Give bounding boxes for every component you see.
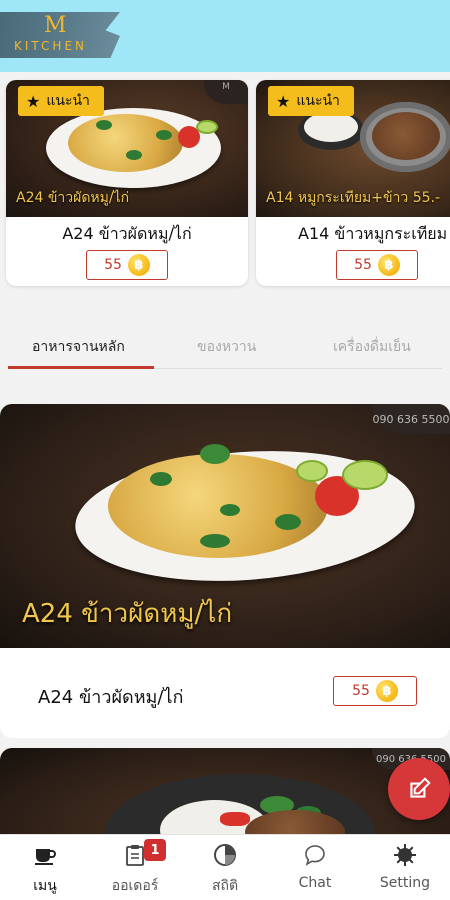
recommended-carousel[interactable]: M ★ แนะนำ A24 ข้าวผัดหมู/ไก่ A24 ข้าวผัด… (0, 72, 450, 294)
bottom-navigation: เมนู 1 ออเดอร์ สถิติ Chat Setting (0, 834, 450, 900)
m-kitchen-logo: M KITCHEN (0, 12, 120, 58)
image-caption: A24 ข้าวผัดหมู/ไก่ (16, 190, 130, 206)
order-count-badge: 1 (144, 839, 166, 861)
watermark-logo: M (204, 80, 248, 104)
logo-text: KITCHEN (14, 39, 87, 53)
baht-coin-icon: ฿ (127, 254, 150, 276)
logo-letter: M (44, 13, 67, 38)
badge-label: แนะนำ (46, 93, 90, 109)
price-value: 55 (354, 257, 372, 273)
price-tag: 55 ฿ (333, 676, 417, 706)
nav-label: Setting (379, 875, 431, 891)
nav-label: เมนู (33, 878, 57, 894)
nav-item-stats[interactable]: สถิติ (180, 835, 270, 900)
active-tab-indicator (8, 366, 154, 369)
gear-icon (394, 844, 416, 866)
recommended-card[interactable]: ★ แนะนำ A14 หมูกระเทียม+ข้าว 55.- A14 ข้… (256, 80, 450, 286)
recommended-card[interactable]: M ★ แนะนำ A24 ข้าวผัดหมู/ไก่ A24 ข้าวผัด… (6, 80, 248, 286)
price-value: 55 (352, 683, 370, 699)
nav-label: สถิติ (211, 878, 239, 894)
chat-bubble-icon (305, 845, 325, 866)
tab-cold-drinks[interactable]: เครื่องดื่มเย็น (333, 336, 411, 358)
baht-coin-icon: ฿ (375, 680, 398, 702)
star-icon: ★ (276, 91, 291, 111)
baht-coin-icon: ฿ (377, 254, 400, 276)
menu-item-card[interactable]: 090 636 5500 (0, 748, 450, 848)
item-name: A14 ข้าวหมูกระเทียม (298, 224, 448, 243)
nav-label: Chat (298, 875, 332, 891)
pie-chart-icon (214, 844, 236, 866)
item-name: A24 ข้าวผัดหมู/ไก่ (62, 224, 192, 243)
tab-desserts[interactable]: ของหวาน (197, 336, 256, 358)
star-icon: ★ (26, 91, 41, 111)
cup-icon (35, 849, 56, 865)
phone-watermark: 090 636 5500 (372, 404, 450, 434)
image-caption: A14 หมูกระเทียม+ข้าว 55.- (266, 190, 441, 206)
food-image: M ★ แนะนำ A24 ข้าวผัดหมู/ไก่ (6, 80, 248, 217)
recommended-badge: ★ แนะนำ (268, 86, 354, 116)
category-tabs: อาหารจานหลัก ของหวาน เครื่องดื่มเย็น (0, 322, 450, 374)
image-caption: A24 ข้าวผัดหมู/ไก่ (22, 599, 233, 629)
edit-icon (410, 777, 431, 798)
food-image: 090 636 5500 A24 ข้าวผัดหมู/ไก่ (0, 404, 450, 648)
price-tag: 55 ฿ (86, 250, 168, 280)
food-image: ★ แนะนำ A14 หมูกระเทียม+ข้าว 55.- (256, 80, 450, 217)
price-tag: 55 ฿ (336, 250, 418, 280)
nav-item-menu[interactable]: เมนู (0, 835, 90, 900)
nav-item-orders[interactable]: 1 ออเดอร์ (90, 835, 180, 900)
nav-label: ออเดอร์ (111, 878, 159, 894)
tab-main-dishes[interactable]: อาหารจานหลัก (32, 336, 125, 358)
recommended-badge: ★ แนะนำ (18, 86, 104, 116)
menu-item-card[interactable]: 090 636 5500 A24 ข้าวผัดหมู/ไก่ A24 ข้าว… (0, 404, 450, 738)
edit-fab-button[interactable] (388, 758, 450, 820)
badge-label: แนะนำ (296, 93, 340, 109)
item-name: A24 ข้าวผัดหมู/ไก่ (38, 687, 184, 708)
nav-item-chat[interactable]: Chat (270, 835, 360, 900)
nav-item-setting[interactable]: Setting (360, 835, 450, 900)
price-value: 55 (104, 257, 122, 273)
app-header: M KITCHEN (0, 0, 450, 72)
